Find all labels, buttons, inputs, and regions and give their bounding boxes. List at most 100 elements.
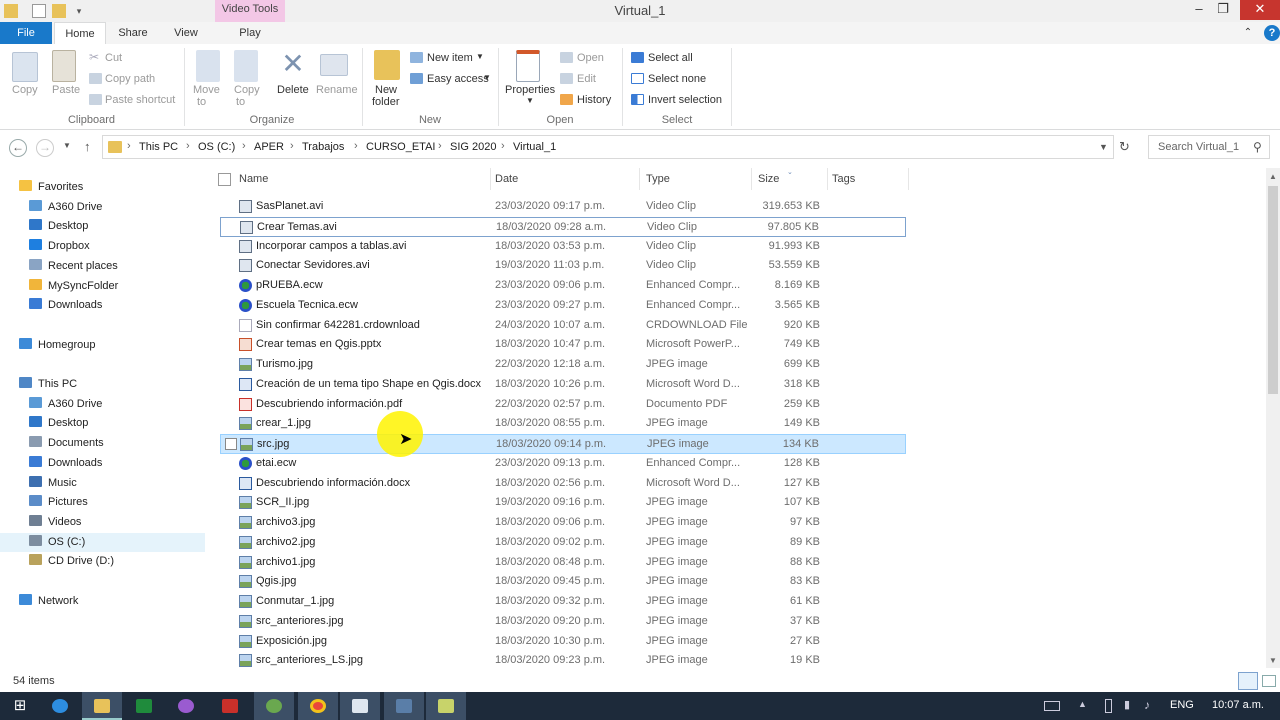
collapse-ribbon-icon[interactable]: ⌃	[1240, 22, 1256, 44]
volume-icon[interactable]: ♪	[1144, 698, 1150, 712]
refresh-icon[interactable]: ↻	[1119, 139, 1130, 155]
vertical-scrollbar[interactable]: ▲ ▼	[1266, 168, 1280, 668]
nav-item-cd-drive-d[interactable]: CD Drive (D:)	[29, 552, 114, 570]
taskbar-ie[interactable]	[40, 692, 80, 720]
breadcrumb-this-pc[interactable]: This PC	[139, 141, 178, 153]
nav-item-mysyncfolder[interactable]: MySyncFolder	[29, 277, 118, 295]
clock[interactable]: 10:07 a.m.	[1212, 699, 1264, 711]
scrollbar-thumb[interactable]	[1268, 186, 1278, 394]
new-item-chevron-icon[interactable]: ▼	[476, 52, 484, 61]
breadcrumb-curso-etai[interactable]: CURSO_ETAI	[366, 141, 435, 153]
tab-home[interactable]: Home	[54, 22, 106, 45]
file-row[interactable]: SasPlanet.avi 23/03/2020 09:17 p.m. Video …	[220, 197, 906, 217]
file-row[interactable]: Descubriendo información.docx 18/03/2020 …	[220, 474, 906, 494]
taskbar-file-explorer[interactable]	[82, 692, 122, 720]
file-row[interactable]: Qgis.jpg 18/03/2020 09:45 p.m. JPEG image 8…	[220, 572, 906, 592]
recent-locations-chevron-icon[interactable]: ▼	[63, 141, 71, 150]
nav-item-os-c[interactable]: OS (C:)	[29, 533, 85, 551]
invert-selection-button[interactable]: Invert selection	[648, 94, 722, 106]
tab-play[interactable]: Play	[215, 22, 285, 44]
details-view-icon[interactable]	[1238, 672, 1258, 690]
language-indicator[interactable]: ENG	[1170, 699, 1194, 711]
tab-file[interactable]: File	[0, 22, 52, 44]
select-none-button[interactable]: Select none	[648, 73, 706, 85]
file-row[interactable]: archivo1.jpg 18/03/2020 08:48 p.m. JPEG im…	[220, 553, 906, 573]
nav-item-music[interactable]: Music	[29, 474, 77, 492]
column-divider[interactable]	[490, 168, 491, 190]
scroll-down-arrow-icon[interactable]: ▼	[1269, 656, 1277, 665]
address-bar[interactable]: › This PC › OS (C:) › APER › Trabajos › …	[102, 135, 1114, 159]
file-row[interactable]: archivo3.jpg 18/03/2020 09:06 p.m. JPEG im…	[220, 513, 906, 533]
nav-item-downloads[interactable]: Downloads	[29, 296, 102, 314]
scroll-up-arrow-icon[interactable]: ▲	[1269, 172, 1277, 181]
properties-chevron-icon[interactable]: ▼	[526, 96, 534, 105]
nav-item-pictures[interactable]: Pictures	[29, 493, 88, 511]
taskbar-map-app[interactable]	[426, 692, 466, 720]
new-folder-button[interactable]: New	[375, 84, 397, 96]
taskbar-acrobat[interactable]	[210, 692, 250, 720]
paste-button[interactable]: Paste	[52, 84, 80, 96]
column-divider[interactable]	[827, 168, 828, 190]
breadcrumb-trabajos[interactable]: Trabajos	[302, 141, 344, 153]
history-button[interactable]: History	[577, 94, 611, 106]
breadcrumb-os-c[interactable]: OS (C:)	[198, 141, 235, 153]
cut-button[interactable]: Cut	[105, 52, 122, 64]
column-header-size[interactable]: Size	[758, 173, 779, 185]
delete-button[interactable]: Delete	[277, 84, 309, 96]
taskbar-chrome[interactable]	[298, 692, 338, 720]
rename-button[interactable]: Rename	[316, 84, 358, 96]
copy-to-button[interactable]: Copy	[234, 84, 260, 96]
open-button[interactable]: Open	[577, 52, 604, 64]
column-divider[interactable]	[751, 168, 752, 190]
paste-shortcut-button[interactable]: Paste shortcut	[105, 94, 175, 106]
nav-item-a360-drive[interactable]: A360 Drive	[29, 198, 102, 216]
breadcrumb-sig-2020[interactable]: SIG 2020	[450, 141, 496, 153]
nav-item-homegroup[interactable]: Homegroup	[19, 336, 95, 354]
new-item-button[interactable]: New item	[427, 52, 473, 64]
file-row[interactable]: src_anteriores.jpg 18/03/2020 09:20 p.m. J…	[220, 612, 906, 632]
column-header-date[interactable]: Date	[495, 173, 518, 185]
close-button[interactable]: ✕	[1240, 0, 1280, 20]
file-row[interactable]: Crear temas en Qgis.pptx 18/03/2020 10:47…	[220, 335, 906, 355]
taskbar-window[interactable]	[340, 692, 380, 720]
large-icons-view-icon[interactable]	[1262, 675, 1276, 687]
easy-access-button[interactable]: Easy access	[427, 73, 489, 85]
file-row[interactable]: pRUEBA.ecw 23/03/2020 09:06 p.m. Enhanced …	[220, 276, 906, 296]
column-divider[interactable]	[908, 168, 909, 190]
file-row[interactable]: Turismo.jpg 22/03/2020 12:18 a.m. JPEG ima…	[220, 355, 906, 375]
file-row[interactable]: Conmutar_1.jpg 18/03/2020 09:32 p.m. JPEG …	[220, 592, 906, 612]
edit-button[interactable]: Edit	[577, 73, 596, 85]
nav-item-downloads[interactable]: Downloads	[29, 454, 102, 472]
column-header-name[interactable]: Name	[239, 173, 268, 185]
nav-item-a360-drive[interactable]: A360 Drive	[29, 395, 102, 413]
nav-item-favorites[interactable]: Favorites	[19, 178, 83, 196]
nav-item-desktop[interactable]: Desktop	[29, 414, 88, 432]
column-divider[interactable]	[639, 168, 640, 190]
nav-item-network[interactable]: Network	[19, 592, 78, 610]
file-row[interactable]: crear_1.jpg 18/03/2020 08:55 p.m. JPEG ima…	[220, 414, 906, 434]
file-row[interactable]: src.jpg 18/03/2020 09:14 p.m. JPEG image 13…	[220, 434, 906, 454]
file-row[interactable]: Sin confirmar 642281.crdownload 24/03/202…	[220, 316, 906, 336]
nav-item-videos[interactable]: Videos	[29, 513, 81, 531]
nav-item-this-pc[interactable]: This PC	[19, 375, 77, 393]
move-to-button[interactable]: Move	[193, 84, 220, 96]
maximize-button[interactable]: ❐	[1208, 0, 1238, 20]
file-row[interactable]: Escuela Tecnica.ecw 23/03/2020 09:27 p.m.…	[220, 296, 906, 316]
file-row[interactable]: archivo2.jpg 18/03/2020 09:02 p.m. JPEG im…	[220, 533, 906, 553]
file-row[interactable]: SCR_II.jpg 19/03/2020 09:16 p.m. JPEG imag…	[220, 493, 906, 513]
file-row[interactable]: Incorporar campos a tablas.avi 18/03/2020…	[220, 237, 906, 257]
copy-button[interactable]: Copy	[12, 84, 38, 96]
taskbar-qgis[interactable]	[254, 692, 294, 720]
tray-chevron-icon[interactable]: ▲	[1078, 699, 1087, 709]
search-box[interactable]: Search Virtual_1 ⚲	[1148, 135, 1270, 159]
file-row[interactable]: Descubriendo información.pdf 22/03/2020 0…	[220, 395, 906, 415]
file-row[interactable]: Conectar Sevidores.avi 19/03/2020 11:03 p…	[220, 256, 906, 276]
forward-button[interactable]: →	[36, 139, 54, 157]
breadcrumb-aper[interactable]: APER	[254, 141, 284, 153]
copy-path-button[interactable]: Copy path	[105, 73, 155, 85]
back-button[interactable]: ←	[9, 139, 27, 157]
keyboard-icon[interactable]	[1044, 701, 1060, 711]
select-all-button[interactable]: Select all	[648, 52, 693, 64]
tab-share[interactable]: Share	[110, 22, 156, 44]
easy-access-chevron-icon[interactable]: ▼	[483, 73, 491, 82]
